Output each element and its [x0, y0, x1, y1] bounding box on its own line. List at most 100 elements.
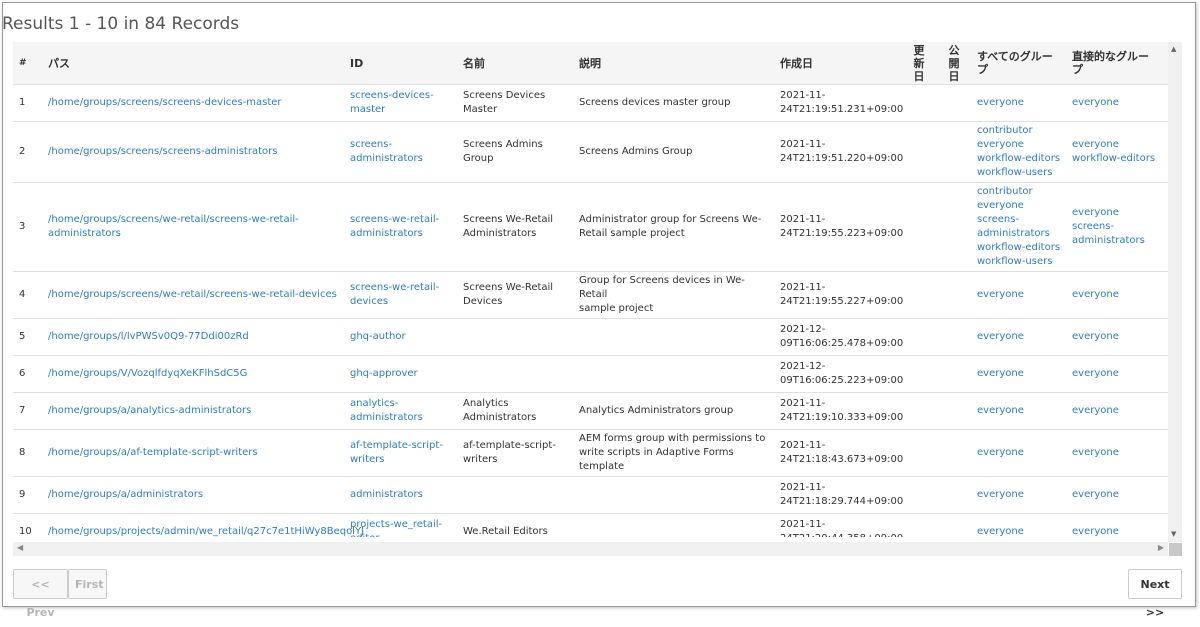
link-text[interactable]: everyone [977, 330, 1062, 344]
table-row[interactable]: 2/home/groups/screens/screens-administra… [13, 121, 1168, 183]
table-row[interactable]: 5/home/groups/l/lvPWSv0Q9-77Ddi00zRd ghq-… [13, 318, 1168, 356]
link-text[interactable]: everyone [1072, 488, 1164, 502]
column-header-updated[interactable]: 更 新 日 [901, 42, 937, 85]
table-row[interactable]: 6/home/groups/V/VozqlfdyqXeKFlhSdC5G ghq-… [13, 355, 1168, 393]
cell-id: ghq-approver [344, 355, 457, 393]
link-text[interactable]: /home/groups/l/lvPWSv0Q9-77Ddi00zRd [48, 330, 340, 344]
link-text[interactable]: writers [350, 453, 453, 467]
table-row[interactable]: 8/home/groups/a/af-template-script-write… [13, 429, 1168, 477]
table-row[interactable]: 7/home/groups/a/analytics-administrators… [13, 392, 1168, 430]
link-text[interactable]: /home/groups/V/VozqlfdyqXeKFlhSdC5G [48, 367, 340, 381]
link-text[interactable]: everyone [977, 488, 1062, 502]
cell-text: 2021-11- [780, 90, 826, 101]
link-text[interactable]: everyone [1072, 525, 1164, 537]
link-text[interactable]: projects-we_retail- [350, 518, 453, 532]
link-text[interactable]: devices [350, 295, 453, 309]
link-text[interactable]: everyone [1072, 404, 1164, 418]
link-text[interactable]: everyone [977, 96, 1062, 110]
link-text[interactable]: editor [350, 532, 453, 537]
link-text[interactable]: everyone [1072, 288, 1164, 302]
link-text[interactable]: /home/groups/screens/we-retail/screens-w… [48, 213, 340, 227]
link-text[interactable]: analytics- [350, 397, 453, 411]
link-text[interactable]: everyone [977, 525, 1062, 537]
table-row[interactable]: 4/home/groups/screens/we-retail/screens-… [13, 271, 1168, 319]
link-text[interactable]: everyone [977, 288, 1062, 302]
column-header-direct-groups[interactable]: 直接的なグルー プ [1066, 42, 1168, 85]
table-row[interactable]: 1/home/groups/screens/screens-devices-ma… [13, 84, 1168, 122]
table-row[interactable]: 10/home/groups/projects/admin/we_retail/… [13, 513, 1168, 537]
scrollbar-thumb[interactable] [1169, 543, 1182, 556]
link-text[interactable]: administrators [350, 411, 453, 425]
link-text[interactable]: screens-we-retail- [350, 213, 453, 227]
link-text[interactable]: workflow-editors [977, 152, 1062, 166]
cell-name: Screens We-Retail Devices [457, 271, 573, 319]
link-text[interactable]: master [350, 103, 453, 117]
horizontal-scrollbar[interactable]: ◀ ▶ [13, 542, 1168, 556]
link-text[interactable]: /home/groups/a/analytics-administrators [48, 404, 340, 418]
column-header-number[interactable]: # [13, 42, 42, 85]
cell-updated [901, 513, 937, 537]
scroll-left-arrow-icon[interactable]: ◀ [17, 543, 23, 552]
link-text[interactable]: everyone [977, 404, 1062, 418]
scroll-right-arrow-icon[interactable]: ▶ [1158, 543, 1164, 552]
prev-page-button[interactable]: << Prev [13, 569, 68, 619]
cell-direct-groups: everyone [1066, 355, 1168, 393]
link-text[interactable]: ghq-author [350, 330, 453, 344]
link-text[interactable]: everyone [1072, 206, 1164, 220]
link-text[interactable]: ghq-approver [350, 367, 453, 381]
link-text[interactable]: administrators [1072, 234, 1164, 248]
link-text[interactable]: screens- [350, 138, 453, 152]
cell-direct-groups: everyone [1066, 84, 1168, 122]
link-text[interactable]: screens-we-retail- [350, 281, 453, 295]
link-text[interactable]: workflow-editors [977, 241, 1062, 255]
scroll-up-arrow-icon[interactable]: ▲ [1171, 45, 1176, 53]
link-text[interactable]: screens- [977, 213, 1062, 227]
link-text[interactable]: everyone [1072, 330, 1164, 344]
link-text[interactable]: administrators [350, 227, 453, 241]
link-text[interactable]: everyone [977, 446, 1062, 460]
link-text[interactable]: /home/groups/screens/we-retail/screens-w… [48, 288, 340, 302]
link-text[interactable]: /home/groups/projects/admin/we_retail/q2… [48, 525, 364, 537]
link-text[interactable]: everyone [977, 367, 1062, 381]
link-text[interactable]: everyone [1072, 446, 1164, 460]
column-header-all-groups[interactable]: すべてのグルー プ [971, 42, 1066, 85]
scroll-down-arrow-icon[interactable]: ▼ [1171, 530, 1176, 538]
column-header-name[interactable]: 名前 [457, 42, 573, 85]
link-text[interactable]: /home/groups/a/af-template-script-writer… [48, 446, 340, 460]
link-text[interactable]: administrators [350, 152, 453, 166]
column-header-created[interactable]: 作成日 [774, 42, 901, 85]
column-header-path[interactable]: パス [42, 42, 344, 85]
column-header-published[interactable]: 公 開 日 [937, 42, 971, 85]
column-header-updated-char: 新 [913, 56, 925, 70]
first-page-button[interactable]: First [68, 569, 107, 599]
link-text[interactable]: /home/groups/screens/screens-devices-mas… [48, 96, 340, 110]
link-text[interactable]: workflow-editors [1072, 152, 1164, 166]
link-text[interactable]: workflow-users [977, 166, 1062, 180]
link-text[interactable]: everyone [1072, 96, 1164, 110]
link-text[interactable]: screens-devices- [350, 89, 453, 103]
table-row[interactable]: 3/home/groups/screens/we-retail/screens-… [13, 182, 1168, 272]
cell-updated [901, 182, 937, 272]
link-text[interactable]: administrators [977, 227, 1062, 241]
cell-all-groups: everyone [971, 355, 1066, 393]
link-text[interactable]: workflow-users [977, 255, 1062, 269]
column-header-id[interactable]: ID [344, 42, 457, 85]
vertical-scrollbar[interactable]: ▲ ▼ [1168, 42, 1182, 542]
link-text[interactable]: everyone [977, 138, 1062, 152]
link-text[interactable]: /home/groups/a/administrators [48, 488, 340, 502]
link-text[interactable]: screens- [1072, 220, 1164, 234]
link-text[interactable]: af-template-script- [350, 439, 453, 453]
cell-published [937, 84, 971, 122]
link-text[interactable]: everyone [1072, 138, 1164, 152]
cell-text: Master [463, 104, 498, 115]
table-row[interactable]: 9/home/groups/a/administrators administra… [13, 476, 1168, 514]
link-text[interactable]: contributor [977, 185, 1062, 199]
link-text[interactable]: /home/groups/screens/screens-administrat… [48, 145, 340, 159]
link-text[interactable]: everyone [977, 199, 1062, 213]
next-page-button[interactable]: Next >> [1128, 569, 1182, 619]
link-text[interactable]: contributor [977, 124, 1062, 138]
link-text[interactable]: everyone [1072, 367, 1164, 381]
column-header-description[interactable]: 説明 [573, 42, 774, 85]
link-text[interactable]: administrators [48, 227, 340, 241]
link-text[interactable]: administrators [350, 488, 453, 502]
